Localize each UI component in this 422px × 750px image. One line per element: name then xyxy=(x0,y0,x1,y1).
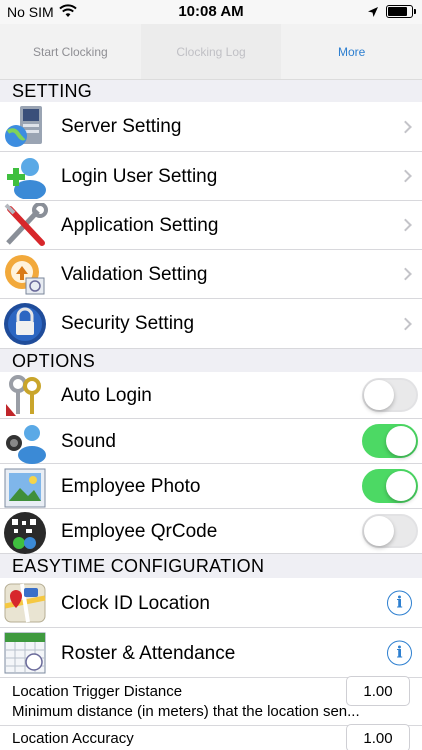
auto-login-row: Auto Login xyxy=(0,372,422,419)
sound-row: Sound xyxy=(0,419,422,464)
employee-photo-toggle[interactable] xyxy=(362,469,418,503)
toggle-knob xyxy=(386,426,416,456)
location-trigger-distance-input[interactable] xyxy=(346,676,410,706)
location-trigger-distance-label: Location Trigger Distance xyxy=(12,683,183,700)
section-header-easytime: EASYTIME CONFIGURATION xyxy=(0,555,422,577)
tab-bar: Start Clocking Clocking Log More xyxy=(0,24,422,80)
map-icon xyxy=(2,580,48,625)
validation-icon xyxy=(2,252,48,297)
location-trigger-distance-description: Minimum distance (in meters) that the lo… xyxy=(12,703,360,720)
info-icon[interactable]: i xyxy=(387,640,412,665)
clock-id-location-label: Clock ID Location xyxy=(61,593,210,614)
location-accuracy-input[interactable] xyxy=(346,724,410,750)
sound-toggle[interactable] xyxy=(362,424,418,458)
roster-attendance-label: Roster & Attendance xyxy=(61,643,236,664)
keys-icon xyxy=(2,374,48,419)
toggle-knob xyxy=(386,471,416,501)
employee-qrcode-toggle[interactable] xyxy=(362,514,418,548)
chevron-right-icon xyxy=(399,218,412,232)
location-accuracy-label: Location Accuracy xyxy=(12,730,134,747)
tab-clocking-log[interactable]: Clocking Log xyxy=(140,24,282,79)
lock-icon xyxy=(2,301,48,346)
login-user-setting-label: Login User Setting xyxy=(61,166,218,187)
roster-attendance-row[interactable]: Roster & Attendance i xyxy=(0,628,422,678)
photo-icon xyxy=(2,466,48,511)
server-setting-row[interactable]: Server Setting xyxy=(0,102,422,152)
employee-qrcode-label: Employee QrCode xyxy=(61,521,218,542)
toggle-knob xyxy=(364,516,394,546)
battery-icon xyxy=(386,5,416,18)
application-setting-row[interactable]: Application Setting xyxy=(0,201,422,250)
location-accuracy-row: Location Accuracy xyxy=(0,724,422,750)
tab-more[interactable]: More xyxy=(281,24,422,79)
clock-id-location-row[interactable]: Clock ID Location i xyxy=(0,578,422,628)
section-header-options: OPTIONS xyxy=(0,350,422,372)
tab-start-clocking[interactable]: Start Clocking xyxy=(0,24,141,79)
info-icon[interactable]: i xyxy=(387,590,412,615)
server-icon xyxy=(2,104,48,149)
employee-photo-row: Employee Photo xyxy=(0,464,422,509)
tools-icon xyxy=(2,202,48,248)
employee-qrcode-row: Employee QrCode xyxy=(0,509,422,554)
application-setting-label: Application Setting xyxy=(61,215,219,236)
toggle-knob xyxy=(364,380,394,410)
validation-setting-row[interactable]: Validation Setting xyxy=(0,250,422,299)
security-setting-label: Security Setting xyxy=(61,313,195,334)
calendar-icon xyxy=(2,630,48,675)
auto-login-label: Auto Login xyxy=(61,385,152,406)
chevron-right-icon xyxy=(399,267,412,281)
sound-label: Sound xyxy=(61,431,116,452)
chevron-right-icon xyxy=(399,169,412,183)
location-arrow-icon xyxy=(367,5,379,23)
chevron-right-icon xyxy=(399,317,412,330)
speaker-user-icon xyxy=(2,421,48,466)
section-header-setting: SETTING xyxy=(0,80,422,102)
validation-setting-label: Validation Setting xyxy=(61,264,208,285)
security-setting-row[interactable]: Security Setting xyxy=(0,299,422,349)
chevron-right-icon xyxy=(399,120,412,133)
location-trigger-distance-row: Location Trigger Distance Minimum distan… xyxy=(0,676,422,726)
qrcode-icon xyxy=(2,511,48,556)
clock: 10:08 AM xyxy=(178,3,244,20)
auto-login-toggle[interactable] xyxy=(362,378,418,412)
employee-photo-label: Employee Photo xyxy=(61,476,201,497)
add-user-icon xyxy=(2,154,48,200)
server-setting-label: Server Setting xyxy=(61,116,182,137)
login-user-setting-row[interactable]: Login User Setting xyxy=(0,152,422,201)
status-bar: No SIM 10:08 AM xyxy=(0,0,422,24)
